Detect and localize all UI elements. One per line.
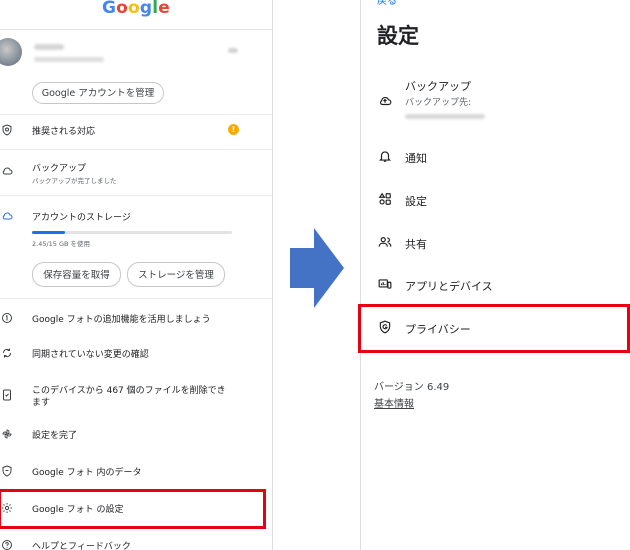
manage-account-button[interactable]: Google アカウントを管理 bbox=[32, 82, 164, 104]
menu-label: アカウントのストレージ bbox=[32, 213, 131, 223]
cloud-upload-icon bbox=[377, 93, 393, 109]
highlight-box-photos-settings bbox=[0, 489, 266, 529]
shield-icon bbox=[0, 464, 14, 478]
menu-label: このデバイスから 467 個のファイルを削除でき bbox=[32, 386, 226, 396]
basic-info-link[interactable]: 基本情報 bbox=[374, 395, 414, 410]
settings-label: 共有 bbox=[405, 238, 427, 251]
devices-icon bbox=[377, 276, 393, 292]
cloud-icon bbox=[0, 164, 14, 178]
menu-item-help-feedback[interactable]: ヘルプとフィードバック bbox=[0, 536, 272, 550]
settings-item-notifications[interactable]: 通知 bbox=[361, 147, 630, 167]
sync-icon bbox=[0, 346, 14, 360]
phone-clean-icon bbox=[0, 388, 14, 402]
arrow-right-icon bbox=[290, 228, 344, 308]
menu-item-extra-features[interactable]: Google フォトの追加機能を活用しましょう bbox=[0, 309, 272, 329]
menu-label: 同期されていない変更の確認 bbox=[32, 350, 149, 360]
storage-usage: 2.45/15 GB を使用 bbox=[32, 240, 91, 248]
one-icon bbox=[0, 311, 14, 325]
menu-item-delete-files[interactable]: このデバイスから 467 個のファイルを削除でき ます bbox=[0, 380, 272, 410]
back-link[interactable]: 戻る bbox=[377, 0, 397, 7]
backup-destination: バックアップ先: bbox=[405, 98, 472, 108]
settings-item-backup[interactable]: バックアップ バックアップ先: bbox=[361, 76, 630, 124]
version-text: バージョン 6.49 bbox=[374, 382, 450, 393]
settings-item-settings[interactable]: 設定 bbox=[361, 190, 630, 210]
menu-label: ヘルプとフィードバック bbox=[32, 542, 131, 550]
settings-label: 設定 bbox=[405, 195, 427, 208]
bell-icon bbox=[377, 148, 393, 164]
storage-bar-fill bbox=[32, 231, 65, 234]
divider bbox=[0, 195, 272, 196]
menu-label: 推奨される対応 bbox=[32, 127, 96, 137]
header-divider bbox=[0, 29, 272, 30]
settings-label: バックアップ bbox=[405, 80, 471, 93]
divider bbox=[0, 114, 272, 115]
menu-label-line2: ます bbox=[32, 398, 51, 408]
cloud-outline-icon bbox=[0, 209, 14, 223]
backup-status: バックアップが完了しました bbox=[32, 177, 117, 185]
storage-bar bbox=[32, 231, 232, 234]
shield-icon bbox=[0, 123, 14, 137]
manage-storage-button[interactable]: ストレージを管理 bbox=[127, 262, 225, 287]
warning-badge: ! bbox=[228, 124, 239, 135]
menu-item-unsynced[interactable]: 同期されていない変更の確認 bbox=[0, 344, 272, 364]
menu-item-finish-setup[interactable]: 設定を完了 bbox=[0, 425, 272, 445]
menu-item-recommended[interactable]: 推奨される対応 ! bbox=[0, 121, 272, 139]
account-name-redacted bbox=[34, 44, 64, 50]
settings-label: アプリとデバイス bbox=[405, 280, 493, 293]
divider bbox=[0, 149, 272, 150]
get-storage-button[interactable]: 保存容量を取得 bbox=[32, 262, 121, 287]
page-title: 設定 bbox=[377, 24, 419, 48]
menu-label: Google フォトの追加機能を活用しましょう bbox=[32, 315, 211, 325]
account-switch-redacted bbox=[228, 48, 238, 53]
avatar[interactable] bbox=[0, 38, 22, 66]
people-icon bbox=[377, 234, 393, 250]
menu-item-backup[interactable]: バックアップ バックアップが完了しました bbox=[0, 157, 272, 187]
help-icon bbox=[0, 538, 14, 550]
google-logo: Google bbox=[101, 0, 171, 18]
settings-item-sharing[interactable]: 共有 bbox=[361, 233, 630, 253]
settings-item-apps-devices[interactable]: アプリとデバイス bbox=[361, 275, 630, 295]
shapes-icon bbox=[377, 191, 393, 207]
pinwheel-icon bbox=[0, 427, 14, 441]
settings-screen: 戻る 設定 バックアップ バックアップ先: 通知 設定 共有 アプリとデバイス bbox=[360, 0, 630, 550]
account-email-redacted bbox=[34, 57, 104, 62]
menu-label: バックアップ bbox=[32, 164, 87, 174]
menu-label: Google フォト 内のデータ bbox=[32, 468, 142, 478]
menu-label: 設定を完了 bbox=[32, 431, 78, 441]
menu-item-storage[interactable]: アカウントのストレージ bbox=[0, 206, 272, 226]
backup-account-redacted bbox=[405, 114, 485, 119]
divider bbox=[0, 298, 272, 299]
highlight-box-privacy bbox=[358, 304, 630, 353]
menu-item-data-in-photos[interactable]: Google フォト 内のデータ bbox=[0, 462, 272, 482]
google-photos-account-menu: Google Google アカウントを管理 推奨される対応 ! バックアップ … bbox=[0, 0, 273, 550]
settings-label: 通知 bbox=[405, 152, 427, 165]
